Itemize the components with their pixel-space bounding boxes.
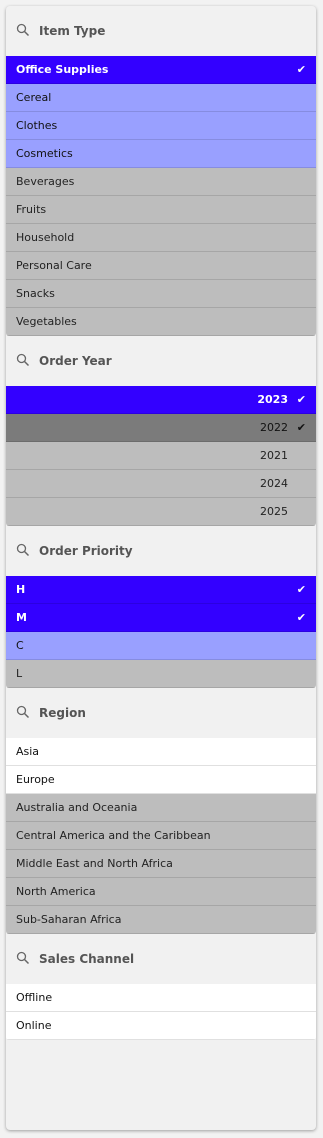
search-icon[interactable] — [16, 543, 32, 559]
list-item-label: Asia — [16, 745, 40, 758]
filter-item-type: Item Type Office Supplies ✔ Cereal Clothes Co… — [6, 6, 316, 336]
list-item-label: Personal Care — [16, 259, 92, 272]
search-icon[interactable] — [16, 705, 32, 721]
checkmark-icon: ✔ — [296, 583, 306, 596]
list-item[interactable]: 2023 ✔ — [6, 386, 316, 414]
list-item-label: Snacks — [16, 287, 55, 300]
list-item[interactable]: 2024 — [6, 470, 316, 498]
list-item[interactable]: 2021 — [6, 442, 316, 470]
checkmark-icon: ✔ — [296, 421, 306, 434]
filter-value-list: Offline Online — [6, 984, 316, 1040]
list-item[interactable]: Personal Care — [6, 252, 316, 280]
list-item[interactable]: C — [6, 632, 316, 660]
list-item-label: C — [16, 639, 24, 652]
list-item-label: Offline — [16, 991, 53, 1004]
list-item[interactable]: North America — [6, 878, 316, 906]
list-item[interactable]: Vegetables — [6, 308, 316, 336]
list-item-label: H — [16, 583, 26, 596]
list-item-label: Europe — [16, 773, 55, 786]
filter-order-year: Order Year 2023 ✔ 2022 ✔ 2021 2024 2025 — [6, 336, 316, 526]
list-item-label: 2022 — [260, 421, 288, 434]
list-item[interactable]: L — [6, 660, 316, 688]
list-item-label: Household — [16, 231, 75, 244]
filter-value-list: Office Supplies ✔ Cereal Clothes Cosmetics Be… — [6, 56, 316, 336]
list-item-label: 2024 — [260, 477, 288, 490]
list-item[interactable]: H ✔ — [6, 576, 316, 604]
list-item[interactable]: 2022 ✔ — [6, 414, 316, 442]
list-item[interactable]: Cereal — [6, 84, 316, 112]
list-item-label: 2025 — [260, 505, 288, 518]
list-item[interactable]: 2025 — [6, 498, 316, 526]
filter-value-list: Asia Europe Australia and Oceania Central A… — [6, 738, 316, 934]
list-item[interactable]: Central America and the Caribbean — [6, 822, 316, 850]
search-icon[interactable] — [16, 353, 32, 369]
list-item[interactable]: Middle East and North Africa — [6, 850, 316, 878]
list-item-label: North America — [16, 885, 96, 898]
list-item[interactable]: M ✔ — [6, 604, 316, 632]
list-item-label: Beverages — [16, 175, 75, 188]
list-item-label: 2021 — [260, 449, 288, 462]
list-item[interactable]: Office Supplies ✔ — [6, 56, 316, 84]
filter-header[interactable]: Region — [6, 688, 316, 738]
filter-sales-channel: Sales Channel Offline Online — [6, 934, 316, 1040]
list-item-label: Cereal — [16, 91, 52, 104]
list-item[interactable]: Asia — [6, 738, 316, 766]
filter-header[interactable]: Sales Channel — [6, 934, 316, 984]
list-item-label: Online — [16, 1019, 52, 1032]
filter-header[interactable]: Order Year — [6, 336, 316, 386]
list-item-label: Middle East and North Africa — [16, 857, 173, 870]
filter-title: Sales Channel — [39, 952, 135, 966]
filter-title: Region — [39, 706, 86, 720]
list-item[interactable]: Clothes — [6, 112, 316, 140]
filter-panel: Item Type Office Supplies ✔ Cereal Clothes Co… — [6, 6, 316, 1130]
filter-title: Item Type — [39, 24, 106, 38]
list-item-label: Office Supplies — [16, 63, 109, 76]
list-item[interactable]: Snacks — [6, 280, 316, 308]
filter-header[interactable]: Item Type — [6, 6, 316, 56]
list-item[interactable]: Cosmetics — [6, 140, 316, 168]
list-item-label: 2023 — [257, 393, 288, 406]
filter-value-list: H ✔ M ✔ C L — [6, 576, 316, 688]
list-item[interactable]: Offline — [6, 984, 316, 1012]
filter-order-priority: Order Priority H ✔ M ✔ C L — [6, 526, 316, 688]
list-item-label: Central America and the Caribbean — [16, 829, 211, 842]
checkmark-icon: ✔ — [296, 63, 306, 76]
list-item-label: L — [16, 667, 23, 680]
list-item-label: M — [16, 611, 27, 624]
list-item[interactable]: Australia and Oceania — [6, 794, 316, 822]
list-item[interactable]: Beverages — [6, 168, 316, 196]
filter-title: Order Year — [39, 354, 112, 368]
list-item-label: Vegetables — [16, 315, 77, 328]
list-item-label: Cosmetics — [16, 147, 73, 160]
list-item-label: Australia and Oceania — [16, 801, 138, 814]
filter-value-list: 2023 ✔ 2022 ✔ 2021 2024 2025 — [6, 386, 316, 526]
filter-title: Order Priority — [39, 544, 133, 558]
list-item[interactable]: Europe — [6, 766, 316, 794]
list-item-label: Clothes — [16, 119, 58, 132]
list-item[interactable]: Household — [6, 224, 316, 252]
list-item[interactable]: Online — [6, 1012, 316, 1040]
checkmark-icon: ✔ — [296, 611, 306, 624]
list-item[interactable]: Sub-Saharan Africa — [6, 906, 316, 934]
list-item-label: Fruits — [16, 203, 47, 216]
list-item[interactable]: Fruits — [6, 196, 316, 224]
filter-header[interactable]: Order Priority — [6, 526, 316, 576]
checkmark-icon: ✔ — [296, 393, 306, 406]
list-item-label: Sub-Saharan Africa — [16, 913, 122, 926]
search-icon[interactable] — [16, 951, 32, 967]
search-icon[interactable] — [16, 23, 32, 39]
filter-region: Region Asia Europe Australia and Oceania Cen… — [6, 688, 316, 934]
